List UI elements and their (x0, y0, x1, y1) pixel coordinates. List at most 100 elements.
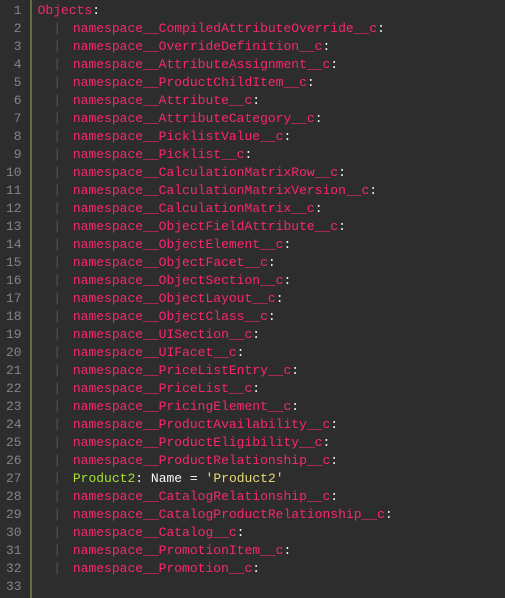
yaml-key: namespace__PriceListEntry__c (73, 363, 291, 378)
yaml-key: namespace__CompiledAttributeOverride__c (73, 21, 377, 36)
line-number: 7 (6, 110, 22, 128)
yaml-value: 'Product2' (206, 471, 284, 486)
code-area[interactable]: Objects: | namespace__CompiledAttributeO… (32, 0, 505, 598)
code-line[interactable]: | namespace__Promotion__c: (38, 560, 505, 578)
line-number: 26 (6, 452, 22, 470)
code-line[interactable]: | namespace__PicklistValue__c: (38, 128, 505, 146)
code-line[interactable]: | namespace__PricingElement__c: (38, 398, 505, 416)
colon: : (92, 3, 100, 18)
line-number: 4 (6, 56, 22, 74)
yaml-key: namespace__ObjectFacet__c (73, 255, 268, 270)
line-number: 25 (6, 434, 22, 452)
code-line[interactable]: | namespace__CatalogRelationship__c: (38, 488, 505, 506)
code-line[interactable]: | namespace__Catalog__c: (38, 524, 505, 542)
colon: : (283, 543, 291, 558)
line-number: 19 (6, 326, 22, 344)
code-line-empty[interactable] (38, 578, 505, 596)
line-number: 30 (6, 524, 22, 542)
colon: : (291, 363, 299, 378)
colon: : (377, 21, 385, 36)
indent-guide: | (53, 327, 65, 342)
code-line[interactable]: | namespace__CalculationMatrixVersion__c… (38, 182, 505, 200)
indent-guide: | (53, 489, 65, 504)
code-line[interactable]: | namespace__AttributeAssignment__c: (38, 56, 505, 74)
indent-guide: | (53, 57, 65, 72)
indent-guide: | (53, 417, 65, 432)
line-number: 2 (6, 20, 22, 38)
colon: : (276, 291, 284, 306)
yaml-key: namespace__PicklistValue__c (73, 129, 284, 144)
colon: : (268, 309, 276, 324)
yaml-key: namespace__CatalogRelationship__c (73, 489, 330, 504)
yaml-key: namespace__ProductEligibility__c (73, 435, 323, 450)
code-line[interactable]: | namespace__Attribute__c: (38, 92, 505, 110)
code-line[interactable]: Objects: (38, 2, 505, 20)
indent-guide: | (53, 255, 65, 270)
colon: : (252, 93, 260, 108)
code-line[interactable]: | namespace__UISection__c: (38, 326, 505, 344)
line-number: 12 (6, 200, 22, 218)
colon: : (237, 525, 245, 540)
line-number: 9 (6, 146, 22, 164)
line-number: 24 (6, 416, 22, 434)
colon: : (283, 237, 291, 252)
yaml-key: namespace__ProductChildItem__c (73, 75, 307, 90)
indent-guide: | (53, 381, 65, 396)
colon: : (252, 561, 260, 576)
yaml-key: namespace__AttributeCategory__c (73, 111, 315, 126)
indent-guide: | (53, 39, 65, 54)
yaml-key: namespace__ObjectFieldAttribute__c (73, 219, 338, 234)
code-line[interactable]: | namespace__ProductEligibility__c: (38, 434, 505, 452)
code-line[interactable]: | namespace__PriceListEntry__c: (38, 362, 505, 380)
code-line[interactable]: | namespace__CatalogProductRelationship_… (38, 506, 505, 524)
line-number: 22 (6, 380, 22, 398)
code-line[interactable]: | namespace__ProductChildItem__c: (38, 74, 505, 92)
indent-guide: | (53, 219, 65, 234)
indent-guide: | (53, 435, 65, 450)
code-line[interactable]: | Product2: Name = 'Product2' (38, 470, 505, 488)
code-line[interactable]: | namespace__Picklist__c: (38, 146, 505, 164)
indent-guide: | (53, 129, 65, 144)
line-number: 11 (6, 182, 22, 200)
code-line[interactable]: | namespace__AttributeCategory__c: (38, 110, 505, 128)
code-line[interactable]: | namespace__CalculationMatrixRow__c: (38, 164, 505, 182)
line-number: 20 (6, 344, 22, 362)
code-line[interactable]: | namespace__CompiledAttributeOverride__… (38, 20, 505, 38)
yaml-key: namespace__ProductRelationship__c (73, 453, 330, 468)
colon: : (330, 453, 338, 468)
code-line[interactable]: | namespace__CalculationMatrix__c: (38, 200, 505, 218)
yaml-key: namespace__OverrideDefinition__c (73, 39, 323, 54)
indent-guide: | (53, 345, 65, 360)
line-number: 21 (6, 362, 22, 380)
code-line[interactable]: | namespace__ObjectLayout__c: (38, 290, 505, 308)
indent-guide: | (53, 543, 65, 558)
colon: : (283, 273, 291, 288)
line-number-gutter: 1234567891011121314151617181920212223242… (0, 0, 32, 598)
colon: : (369, 183, 377, 198)
code-line[interactable]: | namespace__PromotionItem__c: (38, 542, 505, 560)
code-line[interactable]: | namespace__UIFacet__c: (38, 344, 505, 362)
indent-guide: | (53, 21, 65, 36)
line-number: 14 (6, 236, 22, 254)
code-line[interactable]: | namespace__ProductRelationship__c: (38, 452, 505, 470)
yaml-key: namespace__UIFacet__c (73, 345, 237, 360)
indent-guide: | (53, 399, 65, 414)
line-number: 6 (6, 92, 22, 110)
yaml-key: namespace__ObjectSection__c (73, 273, 284, 288)
code-line[interactable]: | namespace__ObjectElement__c: (38, 236, 505, 254)
indent-guide: | (53, 273, 65, 288)
code-line[interactable]: | namespace__ObjectFieldAttribute__c: (38, 218, 505, 236)
code-line[interactable]: | namespace__ObjectFacet__c: (38, 254, 505, 272)
indent-guide: | (53, 525, 65, 540)
code-line[interactable]: | namespace__ObjectClass__c: (38, 308, 505, 326)
code-line[interactable]: | namespace__PriceList__c: (38, 380, 505, 398)
line-number: 13 (6, 218, 22, 236)
code-line[interactable]: | namespace__OverrideDefinition__c: (38, 38, 505, 56)
colon: : (244, 147, 252, 162)
code-line[interactable]: | namespace__ProductAvailability__c: (38, 416, 505, 434)
indent-guide: | (53, 561, 65, 576)
indent-guide: | (53, 507, 65, 522)
colon: : (315, 201, 323, 216)
indent-guide: | (53, 309, 65, 324)
code-line[interactable]: | namespace__ObjectSection__c: (38, 272, 505, 290)
